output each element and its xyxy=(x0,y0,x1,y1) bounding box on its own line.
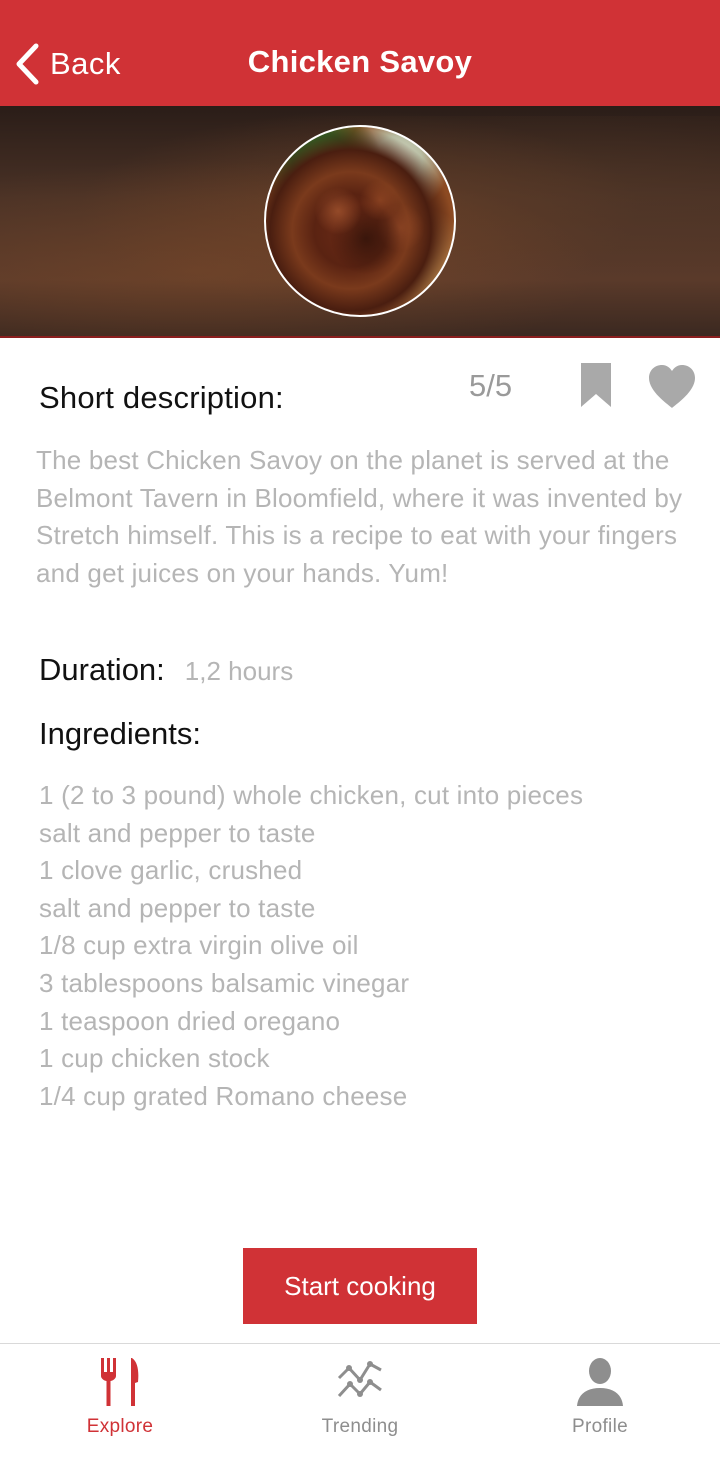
tab-label: Profile xyxy=(572,1416,628,1437)
tab-label: Trending xyxy=(321,1416,399,1437)
ingredient-item: 1 cup chicken stock xyxy=(39,1043,270,1074)
hero-divider xyxy=(0,336,720,338)
ingredient-item: 1/8 cup extra virgin olive oil xyxy=(39,930,359,961)
duration-value: 1,2 hours xyxy=(184,656,294,686)
heart-icon[interactable] xyxy=(647,364,697,415)
bookmark-icon[interactable] xyxy=(579,361,613,414)
tab-explore[interactable]: Explore xyxy=(0,1344,240,1468)
ingredient-item: salt and pepper to taste xyxy=(39,892,316,923)
description-heading: Short description: xyxy=(39,380,284,415)
ingredients-heading: Ingredients: xyxy=(39,716,201,751)
page-title: Chicken Savoy xyxy=(247,44,473,79)
tab-label: Explore xyxy=(86,1416,154,1437)
description-text: The best Chicken Savoy on the planet is … xyxy=(36,445,683,588)
ingredient-item: 1 teaspoon dried oregano xyxy=(39,1005,341,1036)
navigation-bar: Back Chicken Savoy xyxy=(0,0,720,106)
person-icon xyxy=(575,1356,625,1413)
tab-profile[interactable]: Profile xyxy=(480,1344,720,1468)
ingredient-item: 1 clove garlic, crushed xyxy=(39,855,303,886)
trending-chart-icon xyxy=(336,1356,384,1411)
dish-photo xyxy=(264,125,456,317)
fork-knife-icon xyxy=(98,1356,142,1413)
tab-trending[interactable]: Trending xyxy=(240,1344,480,1468)
ingredient-item: salt and pepper to taste xyxy=(39,817,316,848)
duration-row: Duration: 1,2 hours xyxy=(39,652,293,688)
rating-value: 5/5 xyxy=(469,368,513,403)
start-cooking-button[interactable]: Start cooking xyxy=(243,1248,477,1324)
tab-bar: Explore Trending Profile xyxy=(0,1343,720,1468)
ingredient-item: 3 tablespoons balsamic vinegar xyxy=(39,967,410,998)
ingredients-list: 1 (2 to 3 pound) whole chicken, cut into… xyxy=(39,777,583,1115)
hero-banner xyxy=(0,106,720,338)
ingredient-item: 1/4 cup grated Romano cheese xyxy=(39,1080,408,1111)
ingredient-item: 1 (2 to 3 pound) whole chicken, cut into… xyxy=(39,780,584,810)
duration-label: Duration: xyxy=(39,652,165,687)
